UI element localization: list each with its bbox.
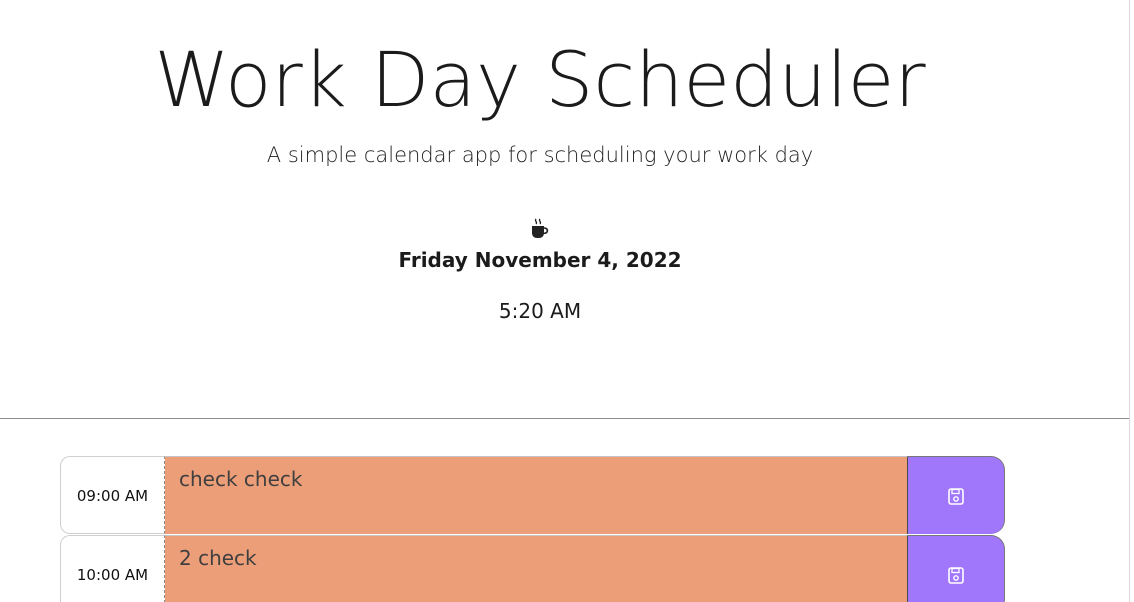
page-title: Work Day Scheduler [154, 35, 926, 124]
task-input[interactable]: check check [165, 456, 908, 534]
current-date: Friday November 4, 2022 [398, 248, 682, 272]
timeblock-row: 09:00 AM check check [60, 456, 1005, 534]
coffee-icon [532, 218, 549, 238]
save-button[interactable] [908, 535, 1005, 602]
page-edge-divider [1129, 0, 1130, 602]
save-icon [948, 567, 964, 584]
header-divider [0, 418, 1129, 419]
hour-label: 09:00 AM [60, 456, 165, 534]
page: Work Day Scheduler A simple calendar app… [0, 0, 1134, 602]
save-icon [948, 488, 964, 505]
page-subtitle: A simple calendar app for scheduling you… [266, 143, 814, 167]
save-button[interactable] [908, 456, 1005, 534]
header: Work Day Scheduler A simple calendar app… [0, 0, 1080, 418]
hour-label: 10:00 AM [60, 535, 165, 602]
current-time: 5:20 AM [498, 299, 582, 323]
task-input[interactable]: 2 check [165, 535, 908, 602]
timeblock-list: 09:00 AM check check 10:00 AM 2 check [60, 456, 1005, 602]
timeblock-row: 10:00 AM 2 check [60, 535, 1005, 602]
